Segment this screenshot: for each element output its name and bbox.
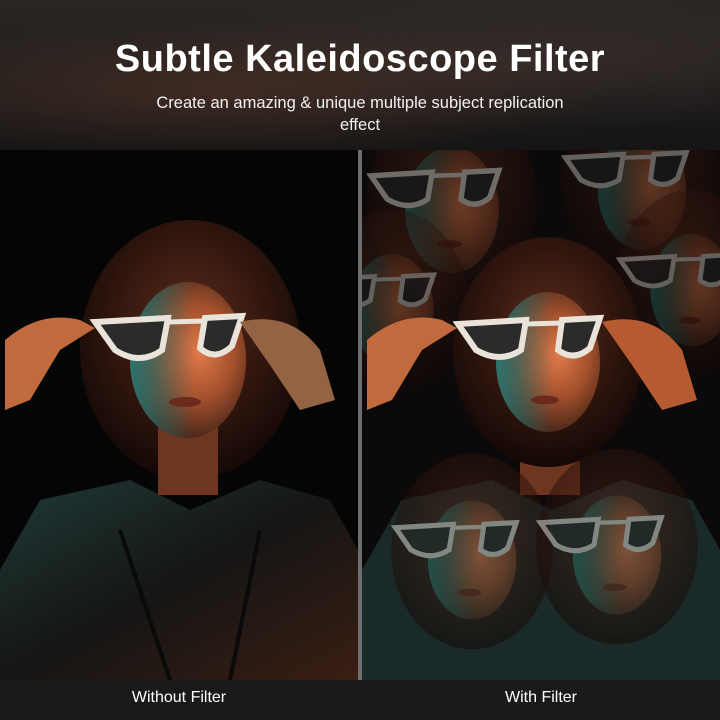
with-filter-photo [362,150,720,680]
page-title: Subtle Kaleidoscope Filter [114,38,606,80]
page-subtitle: Create an amazing & unique multiple subj… [156,94,564,134]
without-filter-label: Without Filter [131,689,227,706]
header-banner: Subtle Kaleidoscope Filter Create an ama… [0,0,720,150]
with-filter-label: With Filter [505,689,577,706]
portrait-original [0,150,358,680]
portrait-kaleidoscope [362,150,720,680]
without-filter-photo [0,150,358,680]
